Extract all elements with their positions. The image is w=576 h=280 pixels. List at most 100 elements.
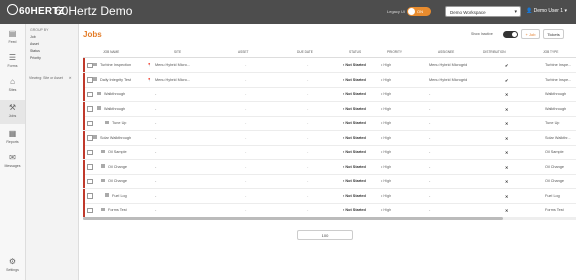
status-badge[interactable]: ▪ Not Started [343,179,366,183]
row-checkbox[interactable] [87,207,93,213]
status-badge[interactable]: ▪ Not Started [343,208,366,212]
header-asset[interactable]: ASSET [238,50,248,54]
row-checkbox[interactable] [87,120,93,126]
table-row[interactable]: Daily Integrity Test 📍 Menu Hybrid Micro..… [83,72,576,88]
header-job-name[interactable]: JOB NAME [103,50,119,54]
priority-badge[interactable]: • High [381,107,391,111]
close-icon[interactable]: ✕ [69,76,72,80]
group-item-asset[interactable]: Asset [30,42,39,46]
row-checkbox[interactable] [87,193,93,199]
table-row[interactable]: Oil Sample - - - ▪ Not Started • High - ✕ Oil Sa… [83,145,576,160]
job-name[interactable]: Solar Walkthrough [100,136,131,140]
distribution-icon: ✕ [505,93,509,97]
workspace-select[interactable]: Demo Workspace ▾ [445,6,521,17]
pin-icon: 📍 [147,77,152,82]
job-name[interactable]: Oil Sample [108,150,127,154]
job-name[interactable]: Oil Change [108,179,127,183]
job-assignee: - [429,179,431,183]
row-checkbox[interactable] [87,135,93,141]
status-badge[interactable]: ▪ Not Started [343,165,366,169]
priority-badge[interactable]: • High [381,92,391,96]
horizontal-scrollbar[interactable] [83,217,576,220]
job-type: Turbine Inspe... [545,77,572,82]
table-row[interactable]: Oil Change - - - ▪ Not Started • High - ✕ Oil Ch… [83,174,576,189]
add-job-button[interactable]: + Job [521,29,540,39]
job-asset: - [245,92,247,96]
row-checkbox[interactable] [87,164,93,170]
table-row[interactable]: Tune Up - - - ▪ Not Started • High - ✕ Tune Up [83,116,576,131]
job-name[interactable]: Oil Change [108,165,127,169]
priority-badge[interactable]: • High [381,150,391,154]
scrollbar-thumb[interactable] [83,217,503,220]
group-item-priority[interactable]: Priority [30,56,41,60]
row-accent-bar [83,145,85,159]
job-type: Oil Sample [545,150,564,154]
nav-feed[interactable]: ▤ Feed [0,26,25,50]
job-name[interactable]: Turbine Inspection [100,63,131,67]
row-checkbox[interactable] [87,77,93,83]
nav-jobs[interactable]: ⚒ Jobs [0,100,25,124]
priority-badge[interactable]: • High [381,179,391,183]
row-accent-bar [83,101,85,116]
status-badge[interactable]: ▪ Not Started [343,107,366,111]
table-row[interactable]: Oil Change - - - ▪ Not Started • High - ✕ Oil Ch… [83,159,576,175]
job-type: Turbine Inspe... [545,63,572,67]
job-name[interactable]: Walkthrough [104,107,125,111]
row-checkbox[interactable] [87,62,93,68]
table-row[interactable]: Turbine Inspection 📍 Menu Hybrid Micro... -… [83,58,576,73]
row-checkbox[interactable] [87,106,93,112]
job-name[interactable]: Walkthrough [104,92,125,96]
header-job-type[interactable]: JOB TYPE [543,50,558,54]
table-row[interactable]: Solar Walkthrough - - - ▪ Not Started • High -… [83,130,576,146]
legacy-ui-toggle[interactable]: ON [407,7,431,16]
priority-badge[interactable]: • High [381,208,391,212]
table-row[interactable]: Walkthrough - - - ▪ Not Started • High - ✕ Walkt… [83,101,576,117]
status-badge[interactable]: ▪ Not Started [343,92,366,96]
job-name[interactable]: Daily Integrity Test [100,78,131,82]
priority-badge[interactable]: • High [381,136,391,140]
header-assignee[interactable]: ASSIGNEE [438,50,454,54]
job-site: Menu Hybrid Micro... [155,63,191,67]
priority-badge[interactable]: • High [381,78,391,82]
viewing-filter[interactable]: Viewing: Site or Asset ✕ [29,76,72,80]
priority-badge[interactable]: • High [381,165,391,169]
job-type-icon [101,178,105,182]
row-checkbox[interactable] [87,178,93,184]
row-checkbox[interactable] [87,91,93,97]
nav-messages[interactable]: ✉ Messages [0,150,25,174]
header-status[interactable]: STATUS [349,50,361,54]
group-by-panel: GROUP BY Job Asset Status Priority Viewi… [26,24,79,280]
status-badge[interactable]: ▪ Not Started [343,78,366,82]
header-distribution[interactable]: DISTRIBUTION [483,50,506,54]
table-row[interactable]: Walkthrough - - - ▪ Not Started • High - ✕ Walkt… [83,87,576,102]
header-site[interactable]: SITE [174,50,181,54]
status-badge[interactable]: ▪ Not Started [343,121,366,125]
header-priority[interactable]: PRIORITY [387,50,402,54]
group-item-job[interactable]: Job [30,35,36,39]
status-badge[interactable]: ▪ Not Started [343,136,366,140]
user-menu[interactable]: 👤 Demo User 1 ▾ [526,8,567,14]
table-row[interactable]: Forms Test - - - ▪ Not Started • High - ✕ Forms … [83,203,576,218]
top-bar: 60HERTZ 60Hertz Demo Legacy UI ON Demo W… [0,0,576,24]
table-row[interactable]: Fuel Log - - - ▪ Not Started • High - ✕ Fuel Log [83,188,576,204]
nav-sites[interactable]: ⌂ Sites [0,74,25,98]
header-due-date[interactable]: DUE DATE [297,50,313,54]
nav-reports[interactable]: ▦ Reports [0,126,25,150]
priority-badge[interactable]: • High [381,63,391,67]
job-name[interactable]: Tune Up [112,121,126,125]
priority-badge[interactable]: • High [381,194,391,198]
tickets-button[interactable]: Tickets [543,29,564,39]
row-checkbox[interactable] [87,149,93,155]
group-item-status[interactable]: Status [30,49,40,53]
show-inactive-toggle[interactable] [503,31,518,38]
nav-settings[interactable]: ⚙ Settings [0,254,25,278]
status-badge[interactable]: ▪ Not Started [343,194,366,198]
nav-forms[interactable]: ☰ Forms [0,50,25,74]
status-badge[interactable]: ▪ Not Started [343,63,366,67]
job-name[interactable]: Fuel Log [112,194,127,198]
page-size-select[interactable]: 100 [297,230,353,240]
job-type: Oil Change [545,164,564,169]
status-badge[interactable]: ▪ Not Started [343,150,366,154]
job-name[interactable]: Forms Test [108,208,127,212]
priority-badge[interactable]: • High [381,121,391,125]
